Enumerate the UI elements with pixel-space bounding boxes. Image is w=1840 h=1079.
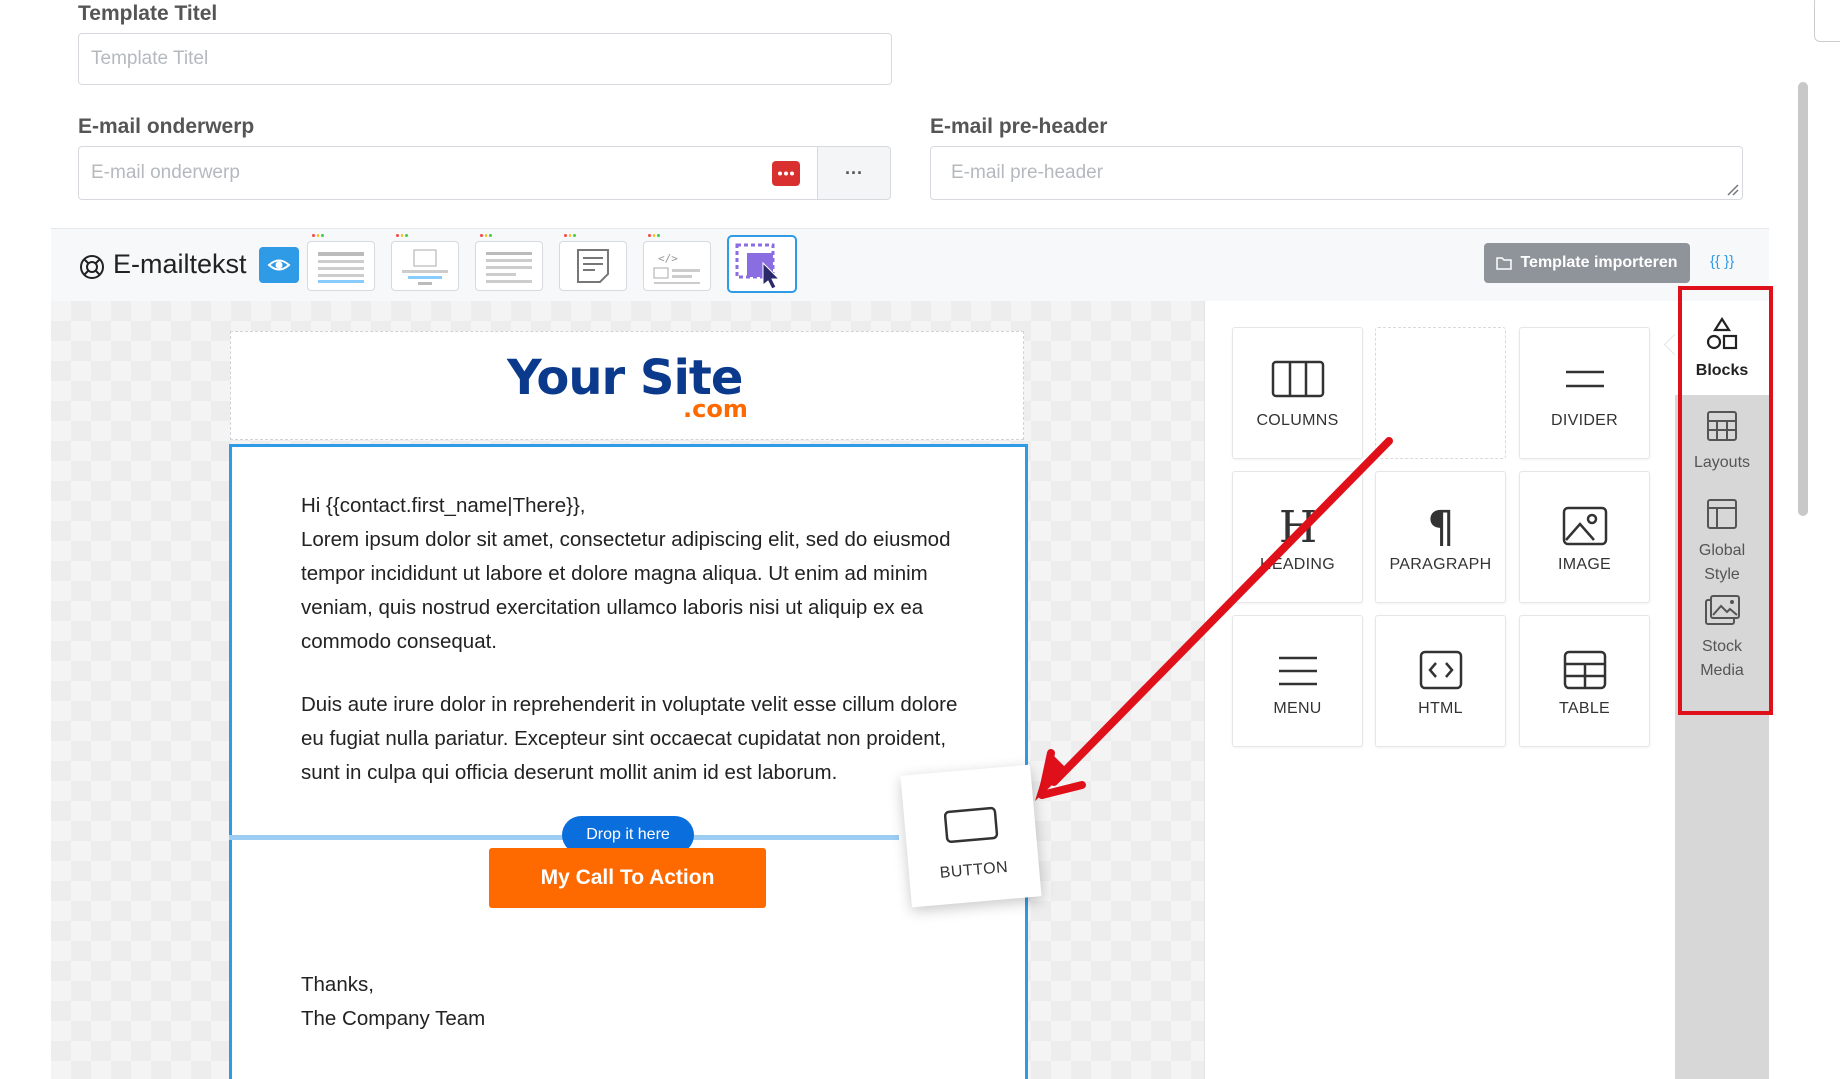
block-columns[interactable]: COLUMNS: [1232, 327, 1363, 459]
cta-label: My Call To Action: [540, 866, 715, 889]
subject-placeholder: E-mail onderwerp: [91, 162, 240, 183]
preheader-textarea[interactable]: E-mail pre-header: [930, 146, 1743, 200]
preheader-label: E-mail pre-header: [930, 115, 1108, 138]
drag-drop-builder-thumb[interactable]: [727, 235, 797, 293]
template-thumb-5[interactable]: </>: [643, 234, 711, 291]
preview-toggle-button[interactable]: [259, 247, 299, 283]
template-title-placeholder: Template Titel: [91, 48, 209, 69]
import-template-label: Template importeren: [1520, 254, 1678, 271]
preheader-placeholder: E-mail pre-header: [951, 162, 1104, 183]
subject-input[interactable]: E-mail onderwerp: [78, 146, 818, 200]
block-button-placeholder: [1375, 327, 1506, 459]
editor-title: E-mailtekst: [113, 249, 247, 279]
block-image[interactable]: IMAGE: [1519, 471, 1650, 603]
block-menu-label: MENU: [1273, 700, 1322, 717]
emoji-picker-icon[interactable]: [772, 161, 800, 186]
lifebuoy-icon: [80, 255, 104, 279]
block-divider[interactable]: DIVIDER: [1519, 327, 1650, 459]
editor-toolbar: E-mailtekst </> Template importeren {{}…: [51, 228, 1769, 303]
divider-icon: [1565, 370, 1604, 388]
block-table-label: TABLE: [1559, 700, 1610, 717]
subject-more-label: ···: [845, 162, 863, 183]
drag-drop-icon: [735, 243, 781, 290]
email-thanks: Thanks,: [301, 973, 374, 996]
svg-text:</>: </>: [658, 252, 678, 265]
block-divider-label: DIVIDER: [1551, 412, 1618, 429]
template-thumb-3[interactable]: [475, 234, 543, 291]
subject-more-button[interactable]: ···: [817, 146, 891, 200]
block-html-label: HTML: [1418, 700, 1463, 717]
block-paragraph[interactable]: ¶ PARAGRAPH: [1375, 471, 1506, 603]
logo-row[interactable]: Your Site .com: [230, 331, 1024, 440]
block-heading[interactable]: H HEADING: [1232, 471, 1363, 603]
button-icon: [943, 806, 999, 843]
page-scrollbar[interactable]: [1798, 82, 1808, 516]
cta-button[interactable]: My Call To Action: [489, 848, 766, 908]
merge-tags-button[interactable]: {{ }}: [1710, 253, 1734, 270]
window-corner-fragment: [1814, 0, 1840, 42]
email-paragraph-2: Duis aute irure dolor in reprehenderit i…: [301, 693, 958, 784]
block-table[interactable]: TABLE: [1519, 615, 1650, 747]
image-icon: [1562, 506, 1607, 546]
menu-icon: [1278, 656, 1317, 686]
template-thumb-2[interactable]: [391, 234, 459, 291]
template-title-input[interactable]: Template Titel: [78, 33, 892, 85]
svg-text:¶: ¶: [1427, 504, 1455, 548]
block-columns-label: COLUMNS: [1256, 412, 1339, 429]
eye-icon: [267, 259, 291, 271]
block-html[interactable]: HTML: [1375, 615, 1506, 747]
dragging-button-block[interactable]: BUTTON: [900, 764, 1042, 908]
dragging-button-label: BUTTON: [939, 858, 1009, 882]
logo-suffix: .com: [683, 395, 748, 423]
svg-text:H: H: [1278, 504, 1316, 548]
block-image-label: IMAGE: [1557, 556, 1612, 573]
block-menu[interactable]: MENU: [1232, 615, 1363, 747]
template-thumb-1[interactable]: [307, 234, 375, 291]
textarea-resize-icon[interactable]: [1727, 184, 1739, 196]
block-heading-label: HEADING: [1260, 556, 1335, 573]
email-paragraph-1: Lorem ipsum dolor sit amet, consectetur …: [301, 528, 951, 653]
paragraph-icon: ¶: [1427, 504, 1455, 548]
columns-icon: [1271, 360, 1324, 398]
template-thumb-4[interactable]: [559, 234, 627, 291]
blocks-panel: COLUMNS DIVIDER H HEADING ¶ PARAGRAPH IM…: [1204, 301, 1686, 1079]
import-template-button[interactable]: Template importeren: [1484, 243, 1690, 283]
block-paragraph-label: PARAGRAPH: [1389, 556, 1492, 573]
drop-here-label: Drop it here: [586, 826, 670, 843]
code-icon: [1419, 650, 1462, 690]
template-title-label: Template Titel: [78, 2, 218, 25]
email-greeting: Hi {{contact.first_name|There}},: [301, 494, 586, 517]
folder-icon: [1496, 257, 1513, 270]
email-signature: The Company Team: [301, 1007, 486, 1030]
table-icon: [1563, 650, 1606, 690]
heading-icon: H: [1278, 504, 1316, 548]
tabs-highlight-annotation: [1678, 286, 1773, 715]
subject-label: E-mail onderwerp: [78, 115, 255, 138]
